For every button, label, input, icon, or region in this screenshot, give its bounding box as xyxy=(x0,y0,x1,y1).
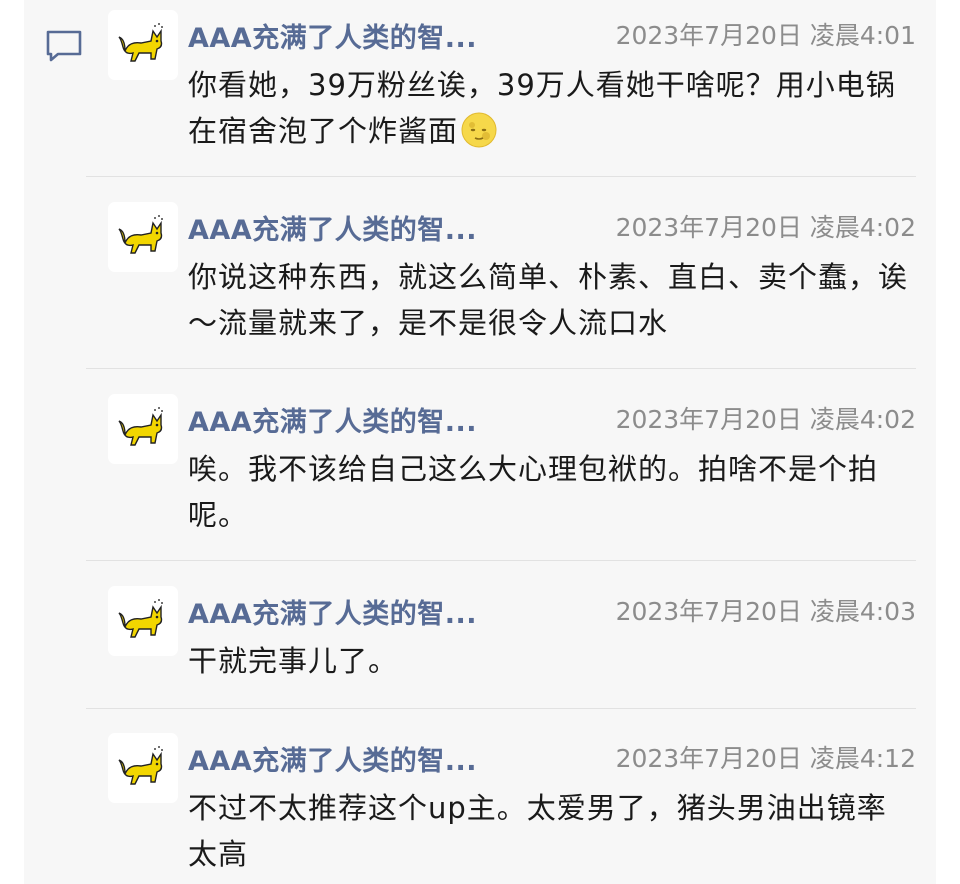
cat-avatar-icon xyxy=(118,746,163,785)
cat-avatar-icon xyxy=(118,407,163,446)
comment-time: 2023年7月20日 凌晨4:12 xyxy=(615,744,916,773)
comment-text: 干就完事儿了。 xyxy=(188,644,399,678)
avatar[interactable] xyxy=(108,10,178,80)
comment-author[interactable]: AAA充满了人类的智... xyxy=(188,208,477,247)
comment-item: AAA充满了人类的智... 2023年7月20日 凌晨4:03 干就完事儿了。 xyxy=(86,586,916,696)
comment-text: 你说这种东西，就这么简单、朴素、直白、卖个蠢，诶～流量就来了，是不是很令人流口水 xyxy=(188,260,909,340)
comment-item: AAA充满了人类的智... 2023年7月20日 凌晨4:02 唉。我不该给自己… xyxy=(86,394,916,554)
divider xyxy=(86,560,916,561)
comment-text: 唉。我不该给自己这么大心理包袱的。拍啥不是个拍呢。 xyxy=(188,452,879,532)
comment-item: AAA充满了人类的智... 2023年7月20日 凌晨4:12 不过不太推荐这个… xyxy=(86,733,916,883)
divider xyxy=(86,176,916,177)
divider xyxy=(86,708,916,709)
avatar[interactable] xyxy=(108,586,178,656)
cat-avatar-icon xyxy=(118,215,163,254)
cat-avatar-icon xyxy=(118,23,163,62)
comment-author[interactable]: AAA充满了人类的智... xyxy=(188,592,477,631)
avatar[interactable] xyxy=(108,733,178,803)
comment-author[interactable]: AAA充满了人类的智... xyxy=(188,739,477,778)
comment-time: 2023年7月20日 凌晨4:01 xyxy=(615,21,916,50)
divider xyxy=(86,368,916,369)
comment-text: 不过不太推荐这个up主。太爱男了，猪头男油出镜率太高 xyxy=(188,791,887,871)
comment-item: AAA充满了人类的智... 2023年7月20日 凌晨4:01 你看她，39万粉… xyxy=(86,10,916,170)
avatar[interactable] xyxy=(108,202,178,272)
comment-time: 2023年7月20日 凌晨4:03 xyxy=(615,597,916,626)
comment-text: 你看她，39万粉丝诶，39万人看她干啥呢？用小电锅在宿舍泡了个炸酱面 xyxy=(188,68,896,148)
comment-author[interactable]: AAA充满了人类的智... xyxy=(188,400,477,439)
cat-avatar-icon xyxy=(118,599,163,638)
comment-icon[interactable] xyxy=(44,26,84,66)
moon-face-emoji-icon xyxy=(461,112,497,148)
comment-item: AAA充满了人类的智... 2023年7月20日 凌晨4:02 你说这种东西，就… xyxy=(86,202,916,362)
avatar[interactable] xyxy=(108,394,178,464)
comment-time: 2023年7月20日 凌晨4:02 xyxy=(615,213,916,242)
comment-time: 2023年7月20日 凌晨4:02 xyxy=(615,405,916,434)
comment-author[interactable]: AAA充满了人类的智... xyxy=(188,16,477,55)
